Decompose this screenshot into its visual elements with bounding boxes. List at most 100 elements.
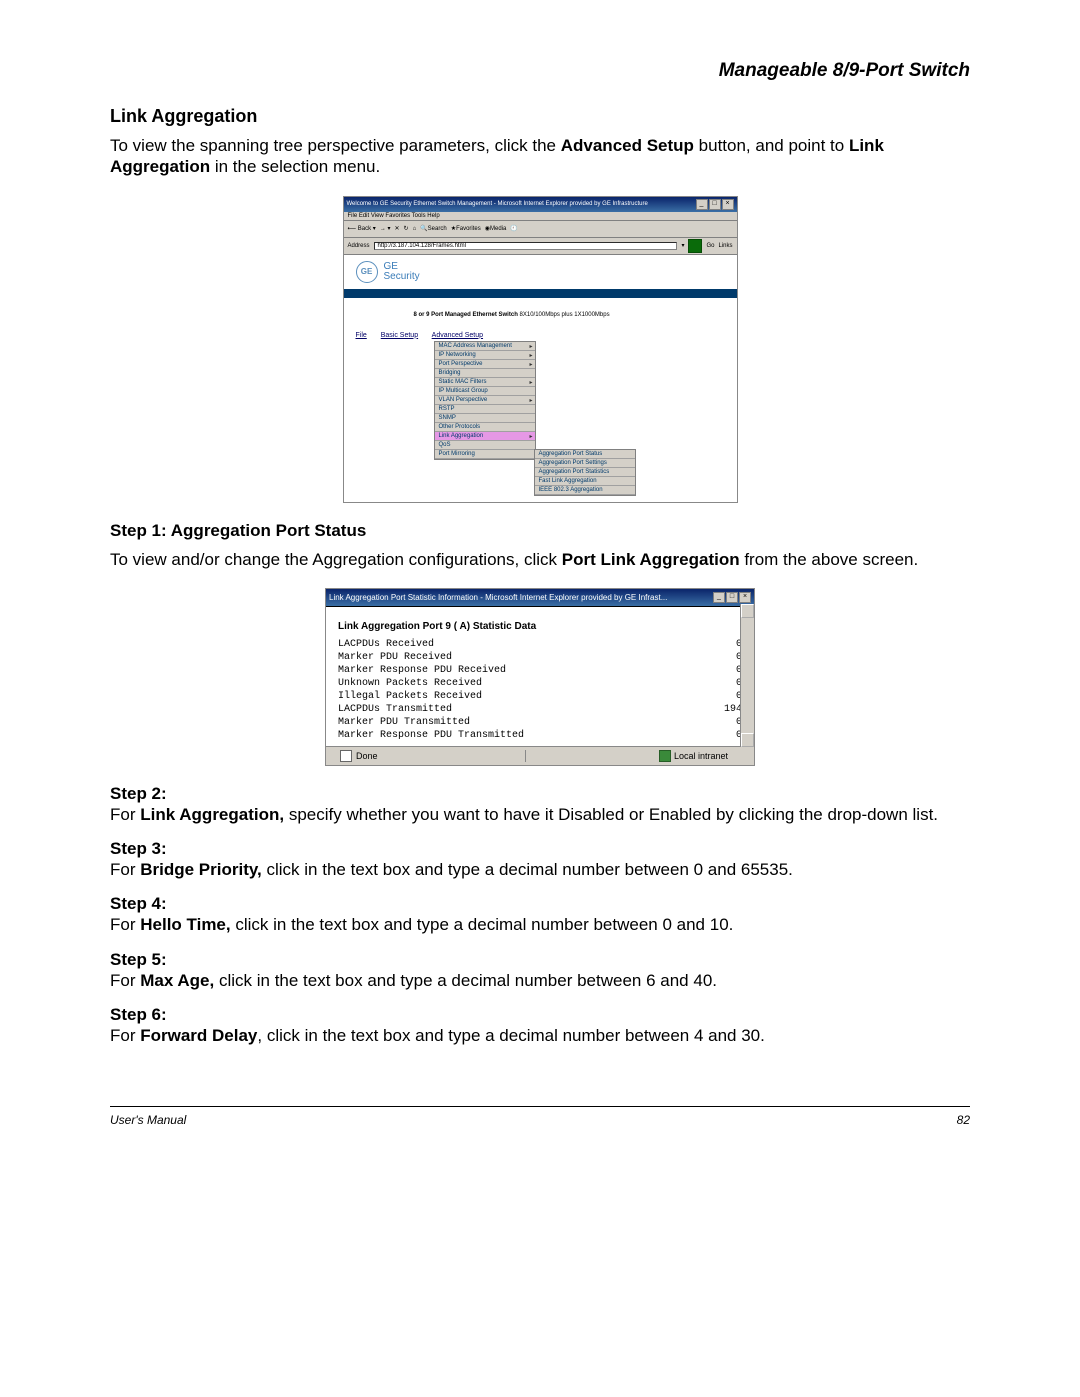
submenu-item[interactable]: Fast Link Aggregation [535,477,635,486]
go-label[interactable]: Go [706,243,714,249]
section-heading: Link Aggregation [110,106,970,127]
window-title-text: Link Aggregation Port Statistic Informat… [329,593,667,602]
intro-text: in the selection menu. [210,157,380,176]
window-controls[interactable]: _ □ × [713,592,751,603]
stat-label: LACPDUs Transmitted [334,703,678,716]
stat-value: 0 [678,729,746,742]
go-icon[interactable] [688,239,702,253]
submenu-arrow-icon: ▸ [529,343,532,350]
stat-value: 0 [678,677,746,690]
window-titlebar: Link Aggregation Port Statistic Informat… [326,589,754,607]
scrollbar[interactable] [740,604,754,747]
document-icon [340,750,352,762]
resize-grip[interactable] [741,747,754,765]
menu-item[interactable]: SNMP [435,414,535,423]
menu-item[interactable]: Link Aggregation▸ [435,432,535,441]
ie-addressbar: Address http://3.187.104.128/Frames.html… [344,238,737,255]
links-label[interactable]: Links [718,243,732,249]
step-body: For Link Aggregation, specify whether yo… [110,804,970,825]
submenu-arrow-icon: ▸ [529,361,532,368]
menu-item[interactable]: QoS [435,441,535,450]
minimize-icon[interactable]: _ [713,592,725,603]
table-row: LACPDUs Transmitted194 [334,703,746,716]
step1-body: To view and/or change the Aggregation co… [110,549,970,570]
step-bold-term: Link Aggregation, [140,805,284,824]
ie-menubar[interactable]: File Edit View Favorites Tools Help [344,212,737,221]
step1-bold: Port Link Aggregation [562,550,740,569]
step-heading: Step 2: [110,784,970,804]
window-title-text: Welcome to GE Security Ethernet Switch M… [347,201,648,207]
stat-value: 0 [678,651,746,664]
menu-item[interactable]: IP Multicast Group [435,387,535,396]
intro-bold-1: Advanced Setup [561,136,694,155]
step-heading: Step 3: [110,839,970,859]
stats-table: LACPDUs Received0Marker PDU Received0Mar… [334,638,746,742]
page-header-title: Manageable 8/9-Port Switch [110,60,970,82]
step-body: For Hello Time, click in the text box an… [110,914,970,935]
search-button[interactable]: 🔍Search [420,225,447,232]
menu-item[interactable]: Port Perspective▸ [435,360,535,369]
status-zone: Local intranet [674,751,728,761]
step-bold-term: Hello Time, [140,915,230,934]
scroll-up-icon[interactable] [741,604,754,618]
intro-text: button, and point to [694,136,849,155]
brand-line-1: GE [384,262,420,272]
stat-value: 0 [678,638,746,651]
window-controls[interactable]: _ □ × [696,199,734,210]
footer-left: User's Manual [110,1113,186,1127]
submenu-item[interactable]: Aggregation Port Settings [535,459,635,468]
menu-item[interactable]: Bridging [435,369,535,378]
favorites-button[interactable]: ★Favorites [451,225,481,232]
ie-statusbar: Done Local intranet [326,746,754,765]
window-titlebar: Welcome to GE Security Ethernet Switch M… [344,197,737,212]
close-icon[interactable]: × [722,199,734,210]
history-icon[interactable]: 🕘 [510,225,517,232]
ie-toolbar[interactable]: ⟵ Back ▾ → ▾ ✕ ↻ ⌂ 🔍Search ★Favorites ◉M… [344,221,737,238]
submenu-item[interactable]: Aggregation Port Statistics [535,468,635,477]
tab-advanced-setup[interactable]: Advanced Setup [432,332,483,339]
step1-text: To view and/or change the Aggregation co… [110,550,562,569]
screenshot-port-statistic: Link Aggregation Port Statistic Informat… [325,588,755,766]
intro-text: To view the spanning tree perspective pa… [110,136,561,155]
table-row: LACPDUs Received0 [334,638,746,651]
maximize-icon[interactable]: □ [726,592,738,603]
maximize-icon[interactable]: □ [709,199,721,210]
ge-logo-icon: GE [356,261,378,283]
close-icon[interactable]: × [739,592,751,603]
submenu-arrow-icon: ▸ [529,352,532,359]
step-bold-term: Bridge Priority, [140,860,262,879]
menu-item[interactable]: Port Mirroring [435,450,535,459]
table-row: Marker Response PDU Received0 [334,664,746,677]
menu-item[interactable]: Static MAC Filters▸ [435,378,535,387]
scroll-down-icon[interactable] [741,733,754,747]
forward-button[interactable]: → ▾ [380,225,391,232]
tab-basic-setup[interactable]: Basic Setup [381,332,418,339]
menu-item[interactable]: VLAN Perspective▸ [435,396,535,405]
intranet-icon [659,750,671,762]
stat-value: 0 [678,664,746,677]
home-icon[interactable]: ⌂ [413,226,417,232]
minimize-icon[interactable]: _ [696,199,708,210]
footer-page-number: 82 [957,1113,970,1127]
stat-label: Marker Response PDU Transmitted [334,729,678,742]
tab-file[interactable]: File [356,332,367,339]
menu-item[interactable]: IP Networking▸ [435,351,535,360]
brand-divider [344,290,737,298]
stat-label: Marker PDU Transmitted [334,716,678,729]
menu-item[interactable]: RSTP [435,405,535,414]
address-input[interactable]: http://3.187.104.128/Frames.html [374,242,678,250]
media-button[interactable]: ◉Media [485,225,507,232]
table-row: Marker PDU Transmitted0 [334,716,746,729]
stat-label: Unknown Packets Received [334,677,678,690]
step1-heading: Step 1: Aggregation Port Status [110,521,970,541]
stop-icon[interactable]: ✕ [395,225,400,232]
refresh-icon[interactable]: ↻ [404,225,409,232]
menu-item[interactable]: MAC Address Management▸ [435,342,535,351]
submenu-arrow-icon: ▸ [529,397,532,404]
step-heading: Step 5: [110,950,970,970]
menu-item[interactable]: Other Protocols [435,423,535,432]
back-button[interactable]: ⟵ Back ▾ [348,225,376,232]
submenu-item[interactable]: IEEE 802.3 Aggregation [535,486,635,495]
table-row: Unknown Packets Received0 [334,677,746,690]
submenu-item[interactable]: Aggregation Port Status [535,450,635,459]
